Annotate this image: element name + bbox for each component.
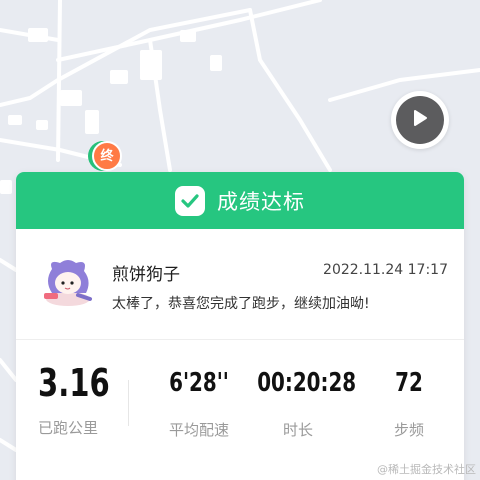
watermark: @稀土掘金技术社区	[377, 463, 476, 476]
route-end-marker[interactable]: 终	[88, 141, 126, 175]
stat-duration: 00:20:28 时长	[250, 364, 357, 440]
result-title: 成绩达标	[217, 189, 305, 214]
congrats-message: 太棒了，恭喜您完成了跑步，继续加油呦!	[112, 296, 370, 312]
pace-label: 平均配速	[168, 421, 229, 439]
user-name: 煎饼狗子	[112, 265, 180, 285]
avatar[interactable]	[38, 259, 94, 309]
duration-value: 00:20:28	[257, 368, 357, 398]
check-badge-icon	[175, 185, 205, 216]
duration-label: 时长	[282, 421, 313, 439]
result-header: 成绩达标	[16, 172, 464, 229]
stats-separator	[128, 380, 129, 426]
play-icon	[412, 109, 428, 131]
cadence-value: 72	[395, 368, 423, 398]
user-row: 煎饼狗子 2022.11.24 17:17 太棒了，恭喜您完成了跑步，继续加油呦…	[16, 229, 464, 339]
run-timestamp: 2022.11.24 17:17	[323, 262, 448, 278]
pace-value: 6'28''	[169, 368, 229, 398]
stat-cadence: 72 步频	[364, 364, 454, 440]
stat-pace: 6'28'' 平均配速	[151, 364, 247, 440]
distance-value: 3.16	[38, 361, 110, 405]
cadence-label: 步频	[393, 421, 424, 439]
replay-button[interactable]	[391, 91, 449, 149]
end-marker-label: 终	[100, 148, 114, 164]
stats-row: 3.16 已跑公里 6'28'' 平均配速 00:20:28 时长 72 步频	[16, 340, 464, 480]
distance-label: 已跑公里	[38, 419, 99, 437]
result-card: 成绩达标 煎饼狗子 2022.11.24 17:17 太棒了，恭喜您完成了跑步，…	[16, 172, 464, 480]
stat-distance: 3.16 已跑公里	[38, 364, 122, 438]
